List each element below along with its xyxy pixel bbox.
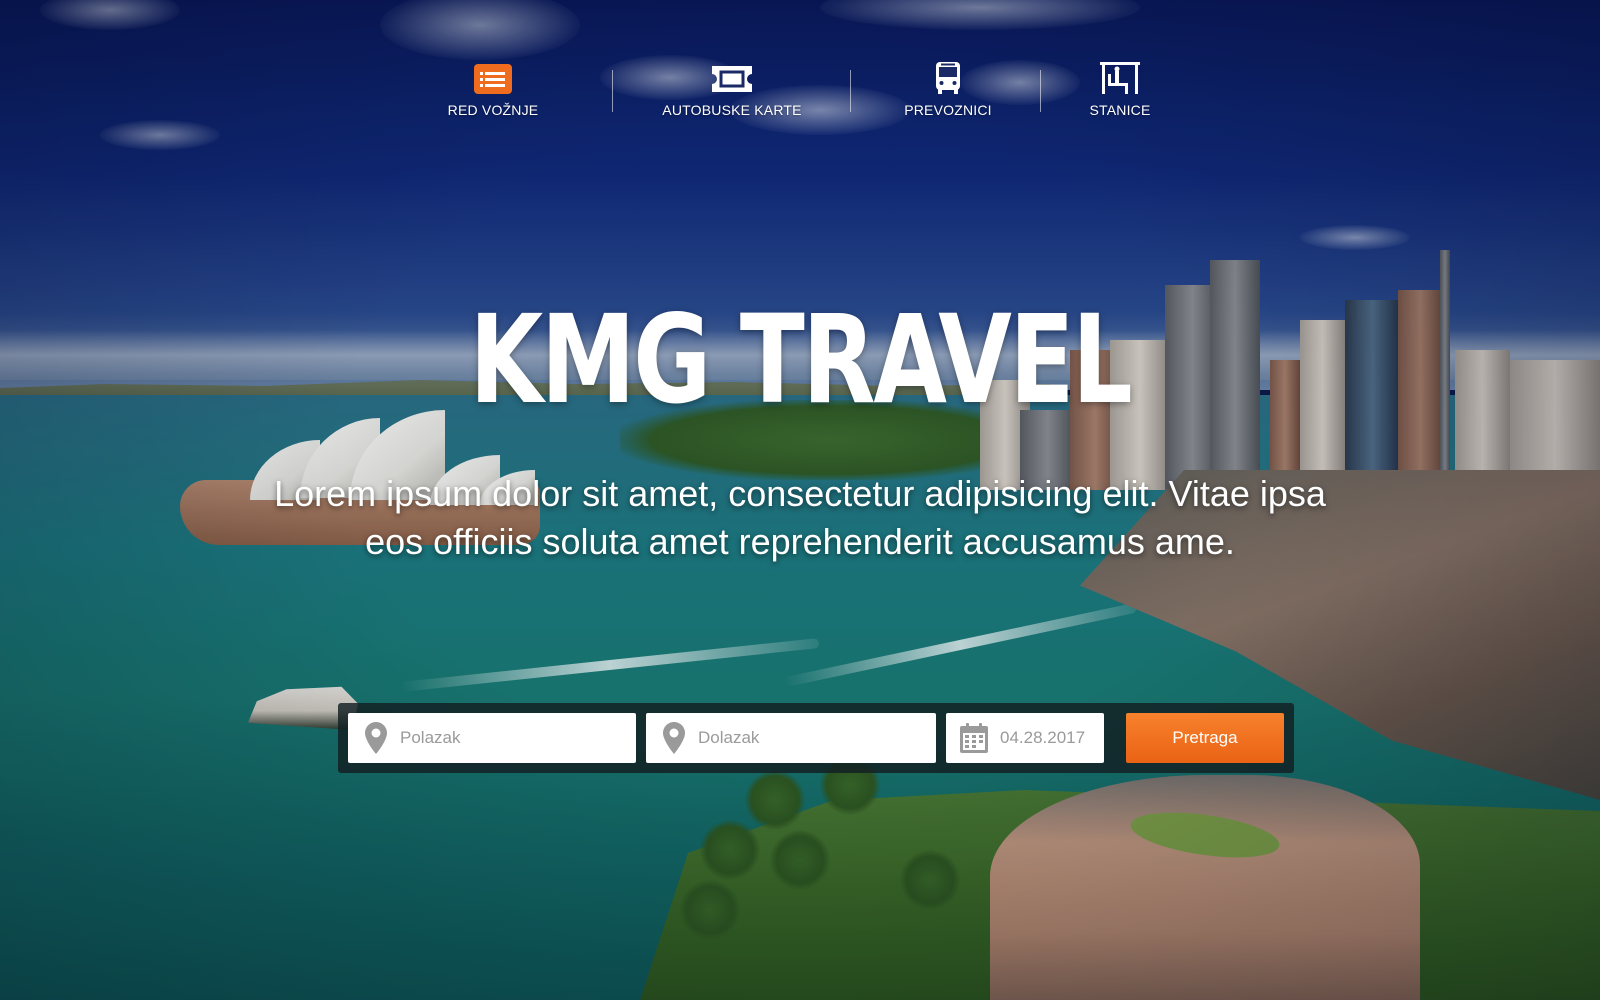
- nav-divider: [850, 70, 851, 112]
- calendar-icon: [954, 723, 994, 753]
- main-nav: RED VOŽNJE AUTOBUSKE KARTE PREVOZNICI ST…: [0, 58, 1600, 128]
- search-bar: 04.28.2017 Pretraga: [338, 703, 1294, 773]
- site-title: KMG TRAVEL: [469, 289, 1133, 431]
- nav-label: AUTOBUSKE KARTE: [662, 102, 802, 118]
- hero-subtitle: Lorem ipsum dolor sit amet, consectetur …: [274, 473, 1326, 562]
- nav-label: RED VOŽNJE: [447, 102, 539, 118]
- nav-item-prevoznici[interactable]: PREVOZNICI: [888, 58, 1008, 128]
- schedule-list-icon: [474, 58, 512, 94]
- arrival-input[interactable]: [698, 728, 898, 748]
- arrival-field[interactable]: [646, 713, 936, 763]
- nav-label: PREVOZNICI: [904, 102, 992, 118]
- ticket-icon: [710, 58, 754, 94]
- bus-stop-icon: [1100, 58, 1140, 94]
- map-pin-icon: [654, 722, 694, 754]
- map-pin-icon: [356, 722, 396, 754]
- nav-item-red-voznje[interactable]: RED VOŽNJE: [433, 58, 553, 128]
- nav-item-stanice[interactable]: STANICE: [1060, 58, 1180, 128]
- nav-divider: [1040, 70, 1041, 112]
- nav-label: STANICE: [1089, 102, 1151, 118]
- departure-field[interactable]: [348, 713, 636, 763]
- date-value: 04.28.2017: [1000, 728, 1086, 747]
- date-field[interactable]: 04.28.2017: [946, 713, 1104, 763]
- departure-input[interactable]: [400, 728, 600, 748]
- search-button[interactable]: Pretraga: [1126, 713, 1284, 763]
- nav-item-autobuske-karte[interactable]: AUTOBUSKE KARTE: [652, 58, 812, 128]
- bus-icon: [935, 58, 961, 94]
- nav-divider: [612, 70, 613, 112]
